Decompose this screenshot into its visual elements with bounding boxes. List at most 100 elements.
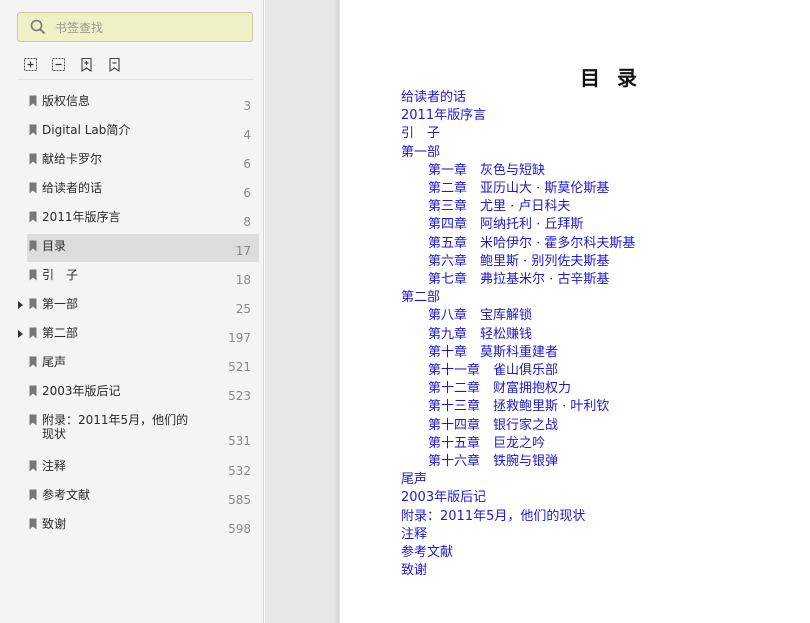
bookmark-page-number: 523 <box>228 389 251 403</box>
bookmark-icon <box>109 57 120 73</box>
search-icon <box>30 19 46 35</box>
bookmark-button[interactable] <box>106 56 124 74</box>
bookmark-flag-icon <box>29 518 37 530</box>
bookmark-item[interactable]: 尾声 521 <box>27 350 259 378</box>
bookmark-page-number: 197 <box>228 331 251 345</box>
toc-chapter-entry[interactable]: 第十六章 铁腕与银弹 <box>428 454 558 470</box>
bookmark-page-number: 6 <box>243 157 251 171</box>
toc-chapter-entry[interactable]: 第九章 轻松赚钱 <box>428 327 532 343</box>
bookmark-flag-icon <box>29 95 37 107</box>
bookmark-search-box[interactable]: 书签查找 <box>17 12 253 42</box>
toc-entry[interactable]: 给读者的话 <box>401 90 466 106</box>
bookmark-flag-icon <box>29 211 37 223</box>
bookmark-flag-icon <box>29 269 37 281</box>
bookmark-page-number: 598 <box>228 522 251 536</box>
collapse-all-button[interactable] <box>50 56 68 74</box>
toc-chapter-entry[interactable]: 第六章 鲍里斯 · 别列佐夫斯基 <box>428 254 609 270</box>
bookmark-page-number: 531 <box>228 434 251 448</box>
toc-chapter-entry[interactable]: 第二章 亚历山大 · 斯莫伦斯基 <box>428 181 609 197</box>
bookmark-page-number: 25 <box>235 302 251 316</box>
toc-chapter-entry[interactable]: 第十三章 拯救鲍里斯 · 叶利钦 <box>428 399 609 415</box>
toc-chapter-entry[interactable]: 第十二章 财富拥抱权力 <box>428 381 571 397</box>
bookmark-item[interactable]: 第一部 25 <box>18 292 259 320</box>
bookmark-item[interactable]: 版权信息 3 <box>27 89 259 117</box>
toc-chapter-entry[interactable]: 第七章 弗拉基米尔 · 古辛斯基 <box>428 272 609 288</box>
bookmark-title: 2003年版后记 <box>42 384 121 398</box>
toc-entry[interactable]: 致谢 <box>401 563 427 579</box>
toc-chapter-entry[interactable]: 第八章 宝库解锁 <box>428 308 532 324</box>
bookmark-title: 献给卡罗尔 <box>42 152 103 166</box>
bookmark-item[interactable]: 目录 17 <box>27 234 259 262</box>
page-gutter <box>265 0 339 623</box>
bookmark-item[interactable]: 参考文献 585 <box>27 483 259 511</box>
bookmark-title: 尾声 <box>42 355 67 369</box>
toc-chapter-entry[interactable]: 第三章 尤里 · 卢日科夫 <box>428 199 570 215</box>
bookmark-item[interactable]: 2011年版序言 8 <box>27 205 259 233</box>
toc-entry[interactable]: 第二部 <box>401 290 440 306</box>
bookmark-flag-icon <box>29 327 37 339</box>
document-page: 目 录 给读者的话 2011年版序言引 子第一部 第一章 灰色与短缺 第二章 亚历山大… <box>340 0 810 623</box>
bookmark-item[interactable]: 给读者的话 6 <box>27 176 259 204</box>
bookmark-title: 附录：2011年5月，他们的现状 <box>42 413 189 441</box>
bookmark-title: 2011年版序言 <box>42 210 121 224</box>
toc-entry[interactable]: 注释 <box>401 527 427 543</box>
bookmark-title: 版权信息 <box>42 94 91 108</box>
bookmark-item[interactable]: 献给卡罗尔 6 <box>27 147 259 175</box>
toc-entry[interactable]: 第一部 <box>401 145 440 161</box>
bookmark-title: Digital Lab简介 <box>42 123 131 137</box>
bookmark-flag-icon <box>29 153 37 165</box>
bookmark-title: 致谢 <box>42 517 67 531</box>
bookmark-flag-icon <box>29 240 37 252</box>
bookmark-page-number: 4 <box>243 128 251 142</box>
bookmark-title: 目录 <box>42 239 67 253</box>
expand-all-button[interactable] <box>22 56 40 74</box>
bookmark-sidebar: 书签查找 版权信息 3 Digital Lab简介 4 献给卡罗尔 6 给读者的… <box>0 0 264 623</box>
bookmark-flag-icon <box>29 298 37 310</box>
bookmark-flag-icon <box>29 356 37 368</box>
bookmark-page-number: 585 <box>228 493 251 507</box>
bookmark-item[interactable]: 引 子 18 <box>27 263 259 291</box>
search-placeholder[interactable]: 书签查找 <box>55 19 103 36</box>
expand-arrow-icon[interactable] <box>18 301 23 309</box>
add-bookmark-icon <box>81 57 92 73</box>
bookmark-title: 第一部 <box>42 297 79 311</box>
toc-chapter-entry[interactable]: 第十五章 巨龙之吟 <box>428 436 545 452</box>
bookmark-page-number: 521 <box>228 360 251 374</box>
bookmark-page-number: 6 <box>243 186 251 200</box>
bookmark-item[interactable]: 注释 532 <box>27 454 259 482</box>
toc-chapter-entry[interactable]: 第四章 阿纳托利 · 丘拜斯 <box>428 217 583 233</box>
bookmark-flag-icon <box>29 385 37 397</box>
bookmark-item[interactable]: 致谢 598 <box>27 512 259 540</box>
bookmark-flag-icon <box>29 460 37 472</box>
toc-chapter-entry[interactable]: 第一章 灰色与短缺 <box>428 163 545 179</box>
toc-entry[interactable]: 2011年版序言 <box>401 108 486 124</box>
collapse-all-icon <box>52 58 65 71</box>
bookmark-flag-icon <box>29 124 37 136</box>
toc-entry[interactable]: 引 子 <box>401 126 440 142</box>
bookmark-page-number: 17 <box>235 244 251 258</box>
toc-chapter-entry[interactable]: 第十一章 雀山俱乐部 <box>428 363 558 379</box>
toc-chapter-entry[interactable]: 第十四章 银行家之战 <box>428 418 558 434</box>
bookmark-title: 注释 <box>42 459 67 473</box>
bookmark-flag-icon <box>29 182 37 194</box>
bookmark-item[interactable]: 附录：2011年5月，他们的现状 531 <box>27 408 259 452</box>
bookmark-item[interactable]: 第二部 197 <box>18 321 259 349</box>
toc-chapter-entry[interactable]: 第五章 米哈伊尔 · 霍多尔科夫斯基 <box>428 236 635 252</box>
bookmark-page-number: 3 <box>243 99 251 113</box>
toc-entry[interactable]: 参考文献 <box>401 545 453 561</box>
bookmark-page-number: 8 <box>243 215 251 229</box>
add-bookmark-button[interactable] <box>78 56 96 74</box>
toc-entry[interactable]: 2003年版后记 <box>401 490 486 506</box>
toc-entry[interactable]: 尾声 <box>401 472 427 488</box>
bookmark-flag-icon <box>29 414 37 426</box>
expand-arrow-icon[interactable] <box>18 330 23 338</box>
bookmark-item[interactable]: Digital Lab简介 4 <box>27 118 259 146</box>
toolbar-divider <box>17 79 253 80</box>
bookmark-item[interactable]: 2003年版后记 523 <box>27 379 259 407</box>
toc-entry[interactable]: 附录：2011年5月，他们的现状 <box>401 509 585 525</box>
bookmark-title: 给读者的话 <box>42 181 103 195</box>
bookmark-title: 参考文献 <box>42 488 91 502</box>
toc-chapter-entry[interactable]: 第十章 莫斯科重建者 <box>428 345 558 361</box>
bookmark-title: 引 子 <box>42 268 79 282</box>
bookmark-title: 第二部 <box>42 326 79 340</box>
